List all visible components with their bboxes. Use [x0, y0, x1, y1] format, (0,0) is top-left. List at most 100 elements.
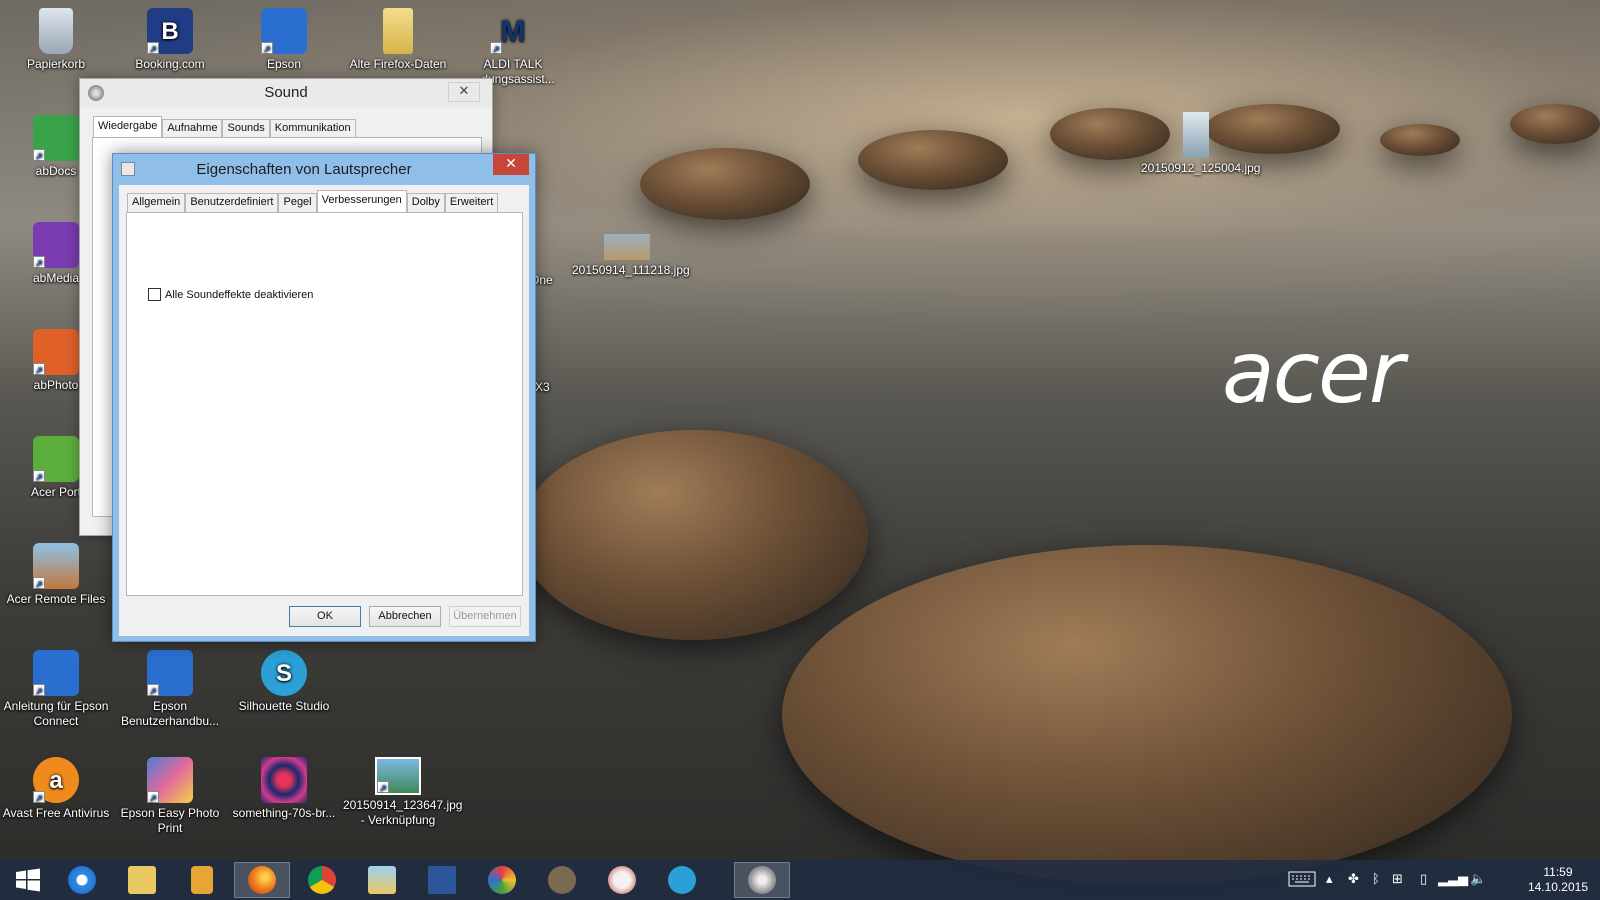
touch-keyboard-icon — [1288, 871, 1316, 887]
tab-aufnahme[interactable]: Aufnahme — [162, 119, 223, 138]
shortcut-arrow-icon: ↗ — [33, 256, 45, 268]
enhancements-panel: Alle Soundeffekte deaktivieren — [126, 212, 523, 596]
system-tray: ▴ ✤ ᛒ ⊞ ▯ ▂▃▅ 🔈 11:59 14.10.2015 — [1280, 860, 1600, 900]
close-button[interactable]: ✕ — [493, 154, 529, 175]
windows-flag-icon[interactable]: ⊞ — [1392, 872, 1403, 888]
desktop-icon-epson-photo[interactable]: ↗ Epson Easy Photo Print — [115, 757, 225, 836]
signal-icon[interactable]: ▂▃▅ — [1438, 872, 1468, 888]
apply-button[interactable]: Übernehmen — [449, 606, 521, 627]
desktop-icon-label: Acer Remote Files — [6, 592, 106, 606]
taskbar-explorer[interactable] — [114, 862, 170, 898]
desktop-icon-70s-image[interactable]: something-70s-br... — [229, 757, 339, 821]
ok-button[interactable]: OK — [289, 606, 361, 627]
cancel-button[interactable]: Abbrechen — [369, 606, 441, 627]
disable-effects-row[interactable]: Alle Soundeffekte deaktivieren — [148, 288, 313, 301]
bluetooth-icon[interactable]: ᛒ — [1372, 872, 1380, 888]
shortcut-arrow-icon: ↗ — [147, 42, 159, 54]
tab-verbesserungen[interactable]: Verbesserungen — [316, 190, 407, 212]
acer-remote-files-icon: ↗ — [33, 543, 79, 589]
dialog-titlebar[interactable]: Eigenschaften von Lautsprecher ✕ — [113, 154, 535, 185]
battery-icon[interactable]: ▯ — [1420, 872, 1427, 888]
desktop-icon-photo-111218[interactable]: 20150914_111218.jpg — [572, 234, 690, 278]
image-file-icon — [1183, 112, 1209, 158]
abdocs-icon: ↗ — [33, 115, 79, 161]
taskbar-word[interactable] — [414, 862, 470, 898]
tab-allgemein[interactable]: Allgemein — [127, 193, 186, 212]
file-explorer-icon — [128, 866, 156, 894]
epson-connect-icon: ↗ — [33, 650, 79, 696]
desktop-icon-aldi-talk[interactable]: M ↗ ALDI TALK ...dungsassist... — [458, 8, 568, 87]
taskbar-photos[interactable] — [354, 862, 410, 898]
taskbar-paint[interactable] — [474, 862, 530, 898]
tab-pegel[interactable]: Pegel — [278, 193, 317, 212]
wallpaper-stone — [1380, 124, 1460, 156]
taskbar-ie[interactable] — [54, 862, 110, 898]
desktop-icon-epson-guide[interactable]: ↗ Anleitung für Epson Connect — [1, 650, 111, 729]
tab-kommunikation[interactable]: Kommunikation — [269, 119, 356, 138]
desktop-icon-label: ALDI TALK — [483, 57, 543, 71]
word-icon — [428, 866, 456, 894]
taskbar-sound[interactable] — [734, 862, 790, 898]
desktop-icon-booking[interactable]: B ↗ Booking.com — [115, 8, 225, 72]
desktop-icon-label: Avast Free Antivirus — [2, 806, 110, 820]
clock-time: 11:59 — [1543, 865, 1573, 879]
desktop-icon-epson[interactable]: ↗ Epson — [229, 8, 339, 72]
shortcut-arrow-icon: ↗ — [33, 791, 45, 803]
taskbar-notes[interactable] — [174, 862, 230, 898]
dropbox-icon[interactable]: ✤ — [1348, 872, 1359, 888]
taskbar-chrome[interactable] — [294, 862, 350, 898]
desktop-icon-label: Alte Firefox-Daten — [349, 57, 447, 71]
desktop-icon-acer-remote-files[interactable]: ↗ Acer Remote Files — [1, 543, 111, 607]
aldi-talk-icon: M ↗ — [490, 8, 536, 54]
taskbar-skype[interactable] — [654, 862, 710, 898]
dialog-tabs: Allgemein Benutzerdefiniert Pegel Verbes… — [127, 190, 499, 212]
sound-titlebar[interactable]: Sound ✕ — [80, 79, 492, 107]
desktop-icon-label: 20150914_123647.jpg - Verknüpfung — [343, 798, 463, 827]
tab-dolby[interactable]: Dolby — [406, 193, 445, 212]
desktop-icon-epson-manual[interactable]: ↗ Epson Benutzerhandbu... — [115, 650, 225, 729]
keyboard-icon[interactable] — [1288, 871, 1316, 892]
chevron-up-icon[interactable]: ▴ — [1326, 872, 1333, 888]
sound-tabs: Wiedergabe Aufnahme Sounds Kommunikation — [93, 116, 356, 138]
desktop-icon-avast[interactable]: a ↗ Avast Free Antivirus — [1, 757, 111, 821]
dialog-title: Eigenschaften von Lautsprecher — [196, 161, 412, 178]
shortcut-arrow-icon: ↗ — [147, 684, 159, 696]
desktop-icon-label: Booking.com — [135, 57, 205, 71]
taskbar-snipping[interactable] — [594, 862, 650, 898]
wallpaper-stone — [1510, 104, 1600, 144]
taskbar-firefox[interactable] — [234, 862, 290, 898]
desktop-icon-recycle-bin[interactable]: Papierkorb — [1, 8, 111, 72]
disable-effects-checkbox[interactable] — [148, 288, 161, 301]
avast-icon: a ↗ — [33, 757, 79, 803]
desktop-icon-label: 20150914_111218.jpg — [572, 263, 690, 277]
image-file-icon — [604, 234, 650, 260]
abmedia-icon: ↗ — [33, 222, 79, 268]
desktop-icon-label: something-70s-br... — [232, 806, 336, 820]
shortcut-arrow-icon: ↗ — [33, 577, 45, 589]
tab-sounds[interactable]: Sounds — [222, 119, 270, 138]
close-button[interactable]: ✕ — [448, 82, 480, 102]
clock[interactable]: 11:59 14.10.2015 — [1528, 865, 1588, 895]
desktop-icon-label: X3 — [535, 380, 550, 394]
taskbar-gimp[interactable] — [534, 862, 590, 898]
tab-benutzerdefiniert[interactable]: Benutzerdefiniert — [185, 193, 279, 212]
wallpaper-stone — [640, 148, 810, 220]
desktop-icon-silhouette[interactable]: S Silhouette Studio — [229, 650, 339, 714]
tab-erweitert[interactable]: Erweitert — [444, 193, 499, 212]
acer-logo: acer — [1222, 323, 1404, 423]
desktop-icon-photo-shortcut[interactable]: ↗ 20150914_123647.jpg - Verknüpfung — [343, 757, 463, 828]
speaker-properties-dialog[interactable]: Eigenschaften von Lautsprecher ✕ Allgeme… — [112, 153, 536, 642]
start-button[interactable] — [0, 862, 56, 898]
sound-icon — [748, 866, 776, 894]
desktop-icon-label: Epson — [266, 57, 302, 71]
shortcut-arrow-icon: ↗ — [33, 684, 45, 696]
desktop-icon-partial-x3[interactable]: X3 — [535, 380, 565, 395]
desktop-icon-firefox-data[interactable]: Alte Firefox-Daten — [343, 8, 453, 72]
tab-wiedergabe[interactable]: Wiedergabe — [93, 116, 163, 138]
desktop-icon-label: 20150912_125004.jpg — [1141, 161, 1261, 175]
desktop-icon-photo-125004[interactable]: 20150912_125004.jpg — [1141, 112, 1261, 176]
chrome-icon — [308, 866, 336, 894]
volume-icon[interactable]: 🔈 — [1470, 872, 1486, 888]
desktop-icon-label: Anleitung für Epson Connect — [3, 699, 109, 728]
epson-manual-icon: ↗ — [147, 650, 193, 696]
